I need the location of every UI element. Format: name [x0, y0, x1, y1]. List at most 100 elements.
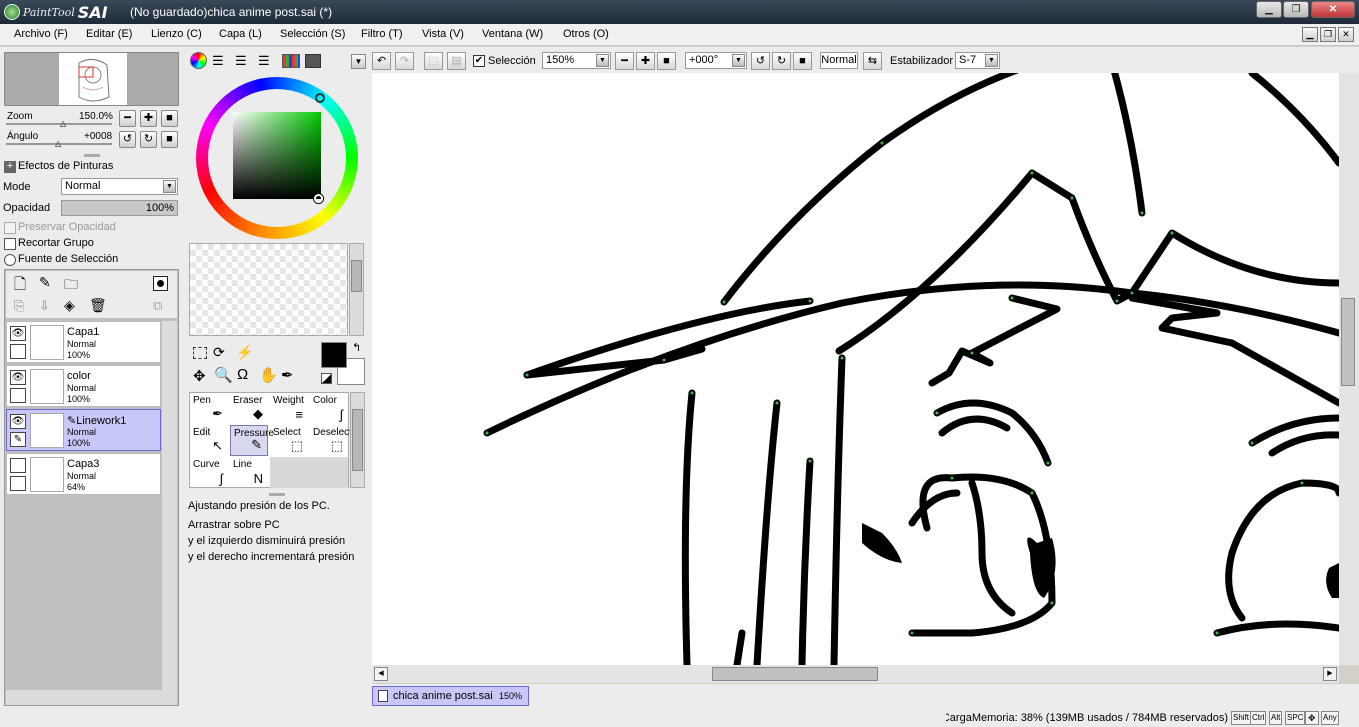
menu-lienzo[interactable]: Lienzo (C) [151, 28, 202, 40]
scratchpad-tab-icon[interactable] [305, 54, 321, 68]
layer-mask-icon[interactable] [153, 276, 168, 291]
merge-down-icon[interactable]: ⇩ [39, 298, 50, 314]
menu-filtro[interactable]: Filtro (T) [361, 28, 403, 40]
preserve-opacity-checkbox[interactable] [4, 222, 16, 234]
tool-line[interactable]: Line N [230, 457, 268, 488]
lasso-icon[interactable]: ⟳ [213, 344, 225, 361]
swatches-tab-icon[interactable] [282, 54, 300, 68]
canvas-tab[interactable]: chica anime post.sai 150% [372, 686, 529, 706]
layer-lock-checkbox[interactable] [10, 476, 26, 491]
minimize-button[interactable]: ▁ [1256, 1, 1282, 18]
color-sv-square[interactable] [233, 112, 321, 199]
hand-icon[interactable]: ✋ [259, 366, 278, 384]
deselect-toolbar-icon[interactable]: ⬚ [424, 52, 443, 70]
tool-eraser[interactable]: Eraser ◆ [230, 393, 268, 424]
apply-mask-icon[interactable]: ⧉ [153, 298, 162, 314]
canvas-hscroll-thumb[interactable] [712, 667, 878, 681]
tool-edit[interactable]: Edit ↖ [190, 425, 228, 456]
new-layer-icon[interactable]: 🗋 [14, 274, 26, 299]
panel-grip[interactable] [84, 154, 100, 157]
navigator-preview[interactable] [4, 52, 179, 106]
rotate-left-toolbar-button[interactable]: ↺ [751, 52, 770, 70]
layer-visibility-checkbox[interactable] [10, 458, 26, 473]
zoom-reset-button[interactable]: ■ [161, 110, 178, 127]
canvas-hscrollbar[interactable]: ◀ ▶ [372, 665, 1339, 683]
delete-layer-icon[interactable]: 🗑 [89, 297, 107, 314]
eye-icon[interactable]: 👁 [10, 326, 26, 341]
mode-select[interactable]: Normal ▼ [61, 178, 178, 195]
selection-source-radio[interactable] [4, 254, 16, 266]
hsv-slider-tab-icon[interactable]: ☰ [235, 53, 247, 69]
magic-wand-icon[interactable]: ⚡ [236, 344, 253, 361]
stabilizer-select[interactable]: S-7 ▼ [955, 52, 1000, 69]
primary-color-swatch-front[interactable] [321, 342, 347, 368]
close-button[interactable]: ✕ [1311, 1, 1355, 18]
layer-item-selected[interactable]: 👁 ✎ ✎Linework1 Normal 100% [6, 409, 161, 451]
zoom-slider[interactable] [6, 123, 112, 125]
hue-cursor[interactable] [315, 93, 325, 103]
canvas-vscrollbar[interactable] [1339, 73, 1359, 665]
rotate-right-button[interactable]: ↻ [140, 131, 157, 148]
color-mixer-tab-icon[interactable]: ☰ [258, 53, 270, 69]
rotate-reset-toolbar-button[interactable]: ■ [793, 52, 812, 70]
scroll-left-icon[interactable]: ◀ [374, 667, 388, 681]
layer-lock-checkbox[interactable] [10, 388, 26, 403]
rotate-icon[interactable]: Ω [237, 366, 248, 383]
clear-layer-icon[interactable]: ◈ [64, 297, 75, 314]
menu-editar[interactable]: Editar (E) [86, 28, 132, 40]
clip-group-checkbox[interactable] [4, 238, 16, 250]
sv-cursor[interactable] [314, 194, 323, 203]
menu-seleccion[interactable]: Selección (S) [280, 28, 345, 40]
new-folder-icon[interactable]: 🗀 [64, 274, 78, 298]
undo-icon[interactable]: ↶ [372, 52, 391, 70]
rotate-reset-button[interactable]: ■ [161, 131, 178, 148]
panel-menu-icon[interactable]: ▼ [351, 54, 366, 69]
color-wheel-tab-icon[interactable] [190, 52, 207, 69]
rect-select-icon[interactable] [193, 347, 207, 359]
canvas-vscroll-thumb[interactable] [1341, 298, 1355, 386]
layer-lock-checkbox[interactable] [10, 344, 26, 359]
mdi-minimize-icon[interactable]: ▁ [1302, 27, 1318, 42]
selection-checkbox[interactable]: ✔ [473, 55, 485, 67]
zoom-icon[interactable]: 🔍 [214, 366, 233, 384]
scratchpad-scrollbar[interactable] [349, 243, 364, 336]
mdi-close-icon[interactable]: ✕ [1338, 27, 1354, 42]
tool-curve[interactable]: Curve ∫ [190, 457, 228, 488]
effects-label[interactable]: Efectos de Pinturas [18, 160, 113, 172]
layer-list-scrollbar[interactable] [162, 321, 177, 690]
eye-icon[interactable]: 👁 [10, 370, 26, 385]
angle-slider-thumb[interactable]: △ [55, 139, 61, 148]
tool-pen[interactable]: Pen ✒ [190, 393, 228, 424]
flip-canvas-icon[interactable]: ⇆ [863, 52, 882, 70]
menu-vista[interactable]: Vista (V) [422, 28, 464, 40]
zoom-out-button[interactable]: ━ [119, 110, 136, 127]
zoom-slider-thumb[interactable]: △ [60, 119, 66, 128]
panel-grip[interactable] [269, 493, 285, 496]
layer-item[interactable]: 👁 color Normal 100% [6, 365, 161, 407]
zoom-reset-toolbar-button[interactable]: ■ [657, 52, 676, 70]
effects-expand-icon[interactable]: + [4, 161, 16, 173]
maximize-button[interactable]: ❐ [1283, 1, 1309, 18]
zoom-in-toolbar-button[interactable]: ✚ [636, 52, 655, 70]
new-vector-layer-icon[interactable]: ✎ [39, 274, 51, 291]
layer-list-hscrollbar[interactable] [6, 690, 177, 705]
menu-ventana[interactable]: Ventana (W) [482, 28, 543, 40]
tool-grid-scrollbar[interactable] [350, 392, 365, 488]
invert-selection-icon[interactable]: ▤ [447, 52, 466, 70]
tool-color[interactable]: Color ∫ [310, 393, 348, 424]
swap-colors-icon[interactable]: ↰ [352, 341, 361, 354]
zoom-in-button[interactable]: ✚ [140, 110, 157, 127]
tool-select[interactable]: Select ⬚ [270, 425, 308, 456]
pen-icon[interactable]: ✎ [10, 432, 26, 447]
mdi-restore-icon[interactable]: ❐ [1320, 27, 1336, 42]
copy-layer-icon[interactable]: ⎘ [14, 298, 24, 314]
blend-mode-button[interactable]: Normal [820, 52, 858, 69]
rgb-slider-tab-icon[interactable]: ☰ [212, 53, 224, 69]
zoom-select[interactable]: 150% ▼ [542, 52, 611, 69]
menu-capa[interactable]: Capa (L) [219, 28, 262, 40]
scroll-right-icon[interactable]: ▶ [1323, 667, 1337, 681]
rotate-left-button[interactable]: ↺ [119, 131, 136, 148]
tool-weight[interactable]: Weight ≡ [270, 393, 308, 424]
menu-archivo[interactable]: Archivo (F) [14, 28, 68, 40]
layer-item[interactable]: Capa3 Normal 64% [6, 453, 161, 495]
